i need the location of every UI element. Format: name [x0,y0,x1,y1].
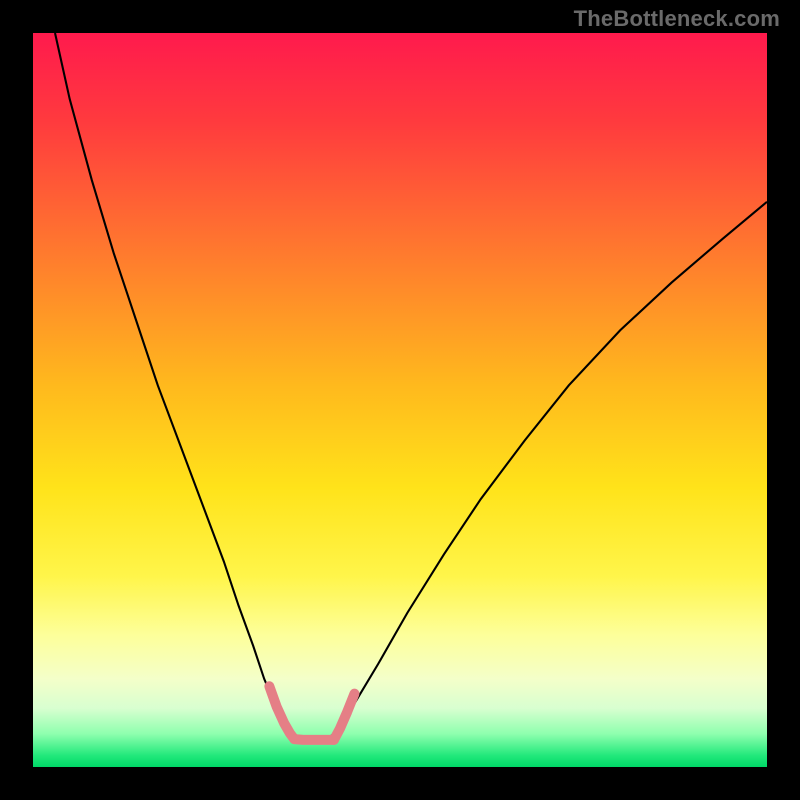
series-handle-left [269,686,294,739]
series-right-branch [327,202,767,740]
series-left-branch [55,33,293,740]
curve-layer [33,33,767,767]
chart-frame: TheBottleneck.com [0,0,800,800]
watermark-text: TheBottleneck.com [574,6,780,32]
series-handle-bottom [294,739,334,740]
plot-area [33,33,767,767]
series-handle-right [334,694,355,740]
